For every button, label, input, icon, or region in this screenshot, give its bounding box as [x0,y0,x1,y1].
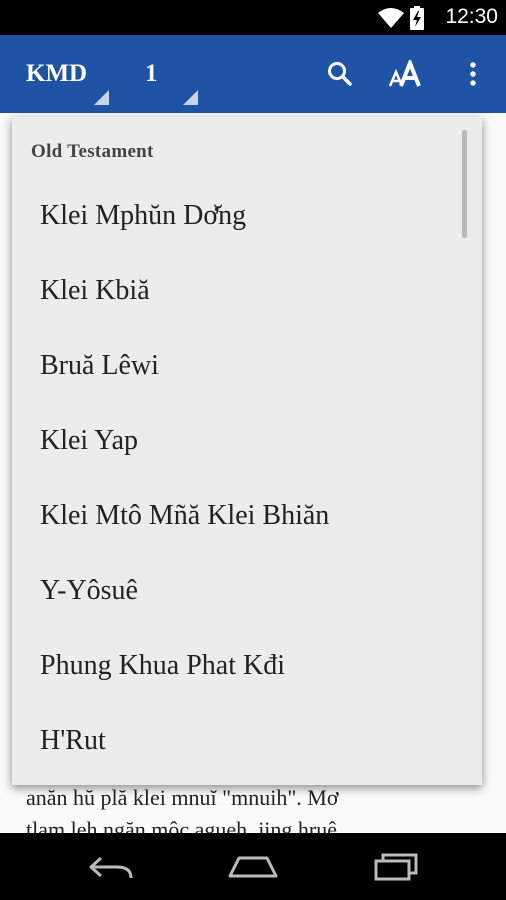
scripture-text-line: anăn hŭ plă klei mnuĭ "mnuih". Mơ [26,785,339,810]
status-bar: 12:30 [0,0,506,35]
back-button[interactable] [61,833,161,900]
back-icon [89,856,133,878]
more-vertical-icon [470,62,476,86]
status-icons [378,6,424,30]
book-label: Klei Yap [40,425,139,456]
book-label: H'Rut [40,725,106,756]
text-size-icon [388,60,421,87]
status-time: 12:30 [445,5,498,28]
recent-apps-button[interactable] [346,833,446,900]
book-item[interactable]: Klei Yap [12,406,464,481]
book-item[interactable]: Klei Mphŭn Dơ̆ng [12,181,464,256]
book-label: Klei Mtô Mñă Klei Bhiăn [40,500,330,531]
book-item[interactable]: Klei Kbiă [12,256,464,331]
book-item[interactable]: Klei Mtô Mñă Klei Bhiăn [12,481,464,556]
book-item[interactable]: Bruă Lêwi [12,331,464,406]
navigation-bar [0,833,506,900]
chapter-label: 1 [145,60,158,87]
book-item[interactable]: Y-Yôsuê [12,556,464,631]
text-size-button[interactable] [382,35,430,113]
home-icon [228,856,278,877]
wifi-icon [378,8,404,28]
section-header-old-testament: Old Testament [31,141,154,162]
battery-charging-icon [410,6,424,30]
app-bar: KMD 1 [0,35,506,113]
spinner-dropdown-triangle-icon [183,90,198,105]
book-item[interactable]: Phung Khua Phat Kđi [12,631,464,706]
dropdown-scrollbar[interactable] [462,130,467,238]
version-label: KMD [26,60,88,87]
book-label: Klei Mphŭn Dơ̆ng [40,200,247,231]
overflow-menu-button[interactable] [449,35,497,113]
book-item[interactable]: H'Rut [12,706,464,781]
book-label: Bruă Lêwi [40,350,159,381]
chapter-spinner[interactable]: 1 [145,35,201,113]
book-label: Klei Kbiă [40,275,150,306]
search-button[interactable] [316,35,364,113]
scripture-text-line: tlam leh ngăn môc agueh. jing hruê [26,817,337,833]
book-label: Y-Yôsuê [40,575,138,606]
book-label: Phung Khua Phat Kđi [40,650,285,681]
version-spinner[interactable]: KMD [26,35,112,113]
home-button[interactable] [203,833,303,900]
spinner-dropdown-triangle-icon [94,90,109,105]
book-dropdown: Old Testament Klei Mphŭn Dơ̆ng Klei Kbiă… [12,117,482,785]
search-icon [328,62,352,86]
recent-apps-icon [374,853,418,880]
